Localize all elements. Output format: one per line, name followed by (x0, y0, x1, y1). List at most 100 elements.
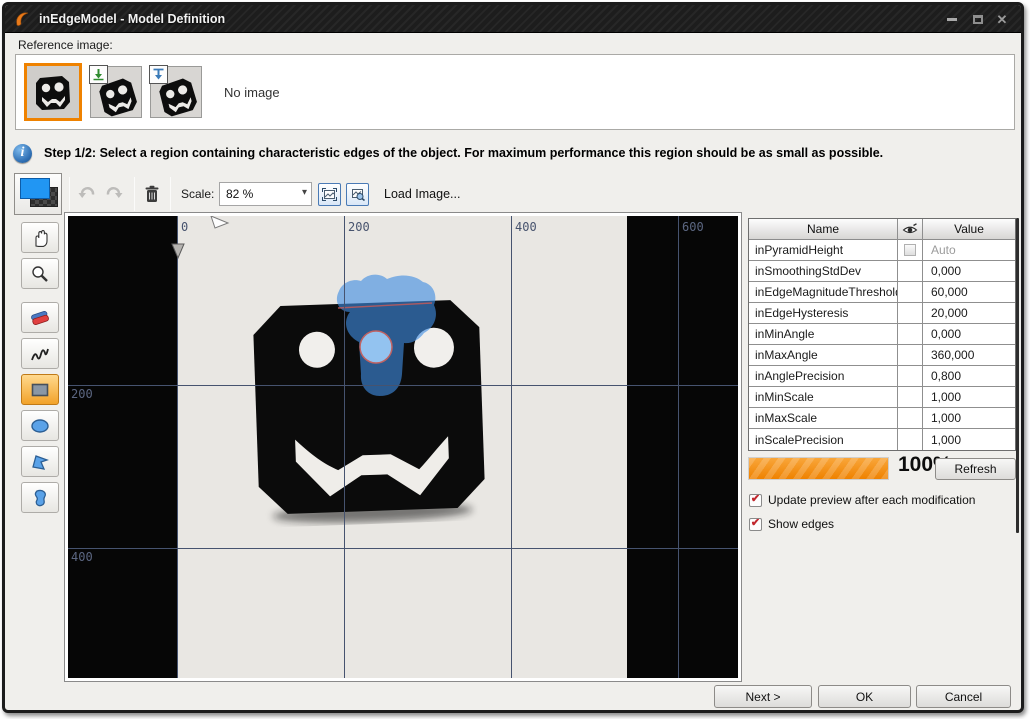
zoom-tool-button[interactable] (21, 258, 59, 289)
reference-image-label: Reference image: (18, 38, 113, 52)
param-value[interactable]: 1,000 (923, 429, 1015, 450)
preview-image[interactable]: 0 200 400 600 200 400 (68, 216, 738, 678)
fit-image-icon (322, 188, 337, 201)
refresh-button[interactable]: Refresh (935, 458, 1016, 480)
param-value[interactable]: 0,000 (923, 324, 1015, 345)
model-definition-dialog: inEdgeModel - Model Definition ✕ Referen… (2, 2, 1024, 713)
panel-splitter[interactable] (1016, 218, 1019, 533)
checkmark-icon: ✔ (751, 494, 760, 505)
param-value[interactable]: 1,000 (923, 387, 1015, 408)
param-visibility-cell[interactable] (898, 345, 923, 366)
param-name: inPyramidHeight (749, 240, 898, 261)
blue-down-arrow-icon (152, 68, 165, 81)
checkbox-label: Update preview after each modification (768, 493, 975, 507)
param-value[interactable]: 20,000 (923, 303, 1015, 324)
table-header-row: Name Value (749, 219, 1015, 240)
face-thumbnail-icon (31, 69, 75, 115)
table-row[interactable]: inSmoothingStdDev 0,000 (749, 261, 1015, 282)
param-name: inMinAngle (749, 324, 898, 345)
table-row[interactable]: inMinAngle 0,000 (749, 324, 1015, 345)
close-button[interactable]: ✕ (991, 12, 1013, 26)
show-edges-checkbox-row[interactable]: ✔ Show edges (749, 517, 834, 531)
polygon-icon (28, 452, 52, 472)
svg-text:400: 400 (515, 220, 537, 234)
load-from-port-badge (149, 65, 168, 84)
hand-icon (29, 228, 51, 248)
param-visibility-cell[interactable] (898, 303, 923, 324)
update-preview-checkbox-row[interactable]: ✔ Update preview after each modification (749, 493, 975, 507)
svg-text:200: 200 (71, 387, 93, 401)
param-visibility-cell[interactable] (898, 282, 923, 303)
next-button[interactable]: Next > (714, 685, 812, 708)
auto-checkbox[interactable] (904, 244, 916, 256)
rectangle-tool-button[interactable] (21, 374, 59, 405)
redo-button[interactable] (101, 181, 127, 207)
progress-fill (749, 458, 888, 479)
param-name: inSmoothingStdDev (749, 261, 898, 282)
step-instruction-text: Step 1/2: Select a region containing cha… (44, 146, 883, 160)
polygon-tool-button[interactable] (21, 446, 59, 477)
undo-button[interactable] (74, 181, 100, 207)
title-bar[interactable]: inEdgeModel - Model Definition ✕ (5, 5, 1021, 33)
param-value[interactable]: Auto (923, 240, 1015, 261)
lasso-tool-button[interactable] (21, 482, 59, 513)
zoom-fit-button[interactable] (318, 183, 341, 206)
table-row[interactable]: inEdgeMagnitudeThreshold 60,000 (749, 282, 1015, 303)
load-image-button[interactable]: Load Image... (378, 183, 466, 205)
checkbox-label: Show edges (768, 517, 834, 531)
pan-tool-button[interactable] (21, 222, 59, 253)
svg-text:400: 400 (71, 550, 93, 564)
detected-edge-circle (360, 331, 392, 363)
table-row[interactable]: inPyramidHeight Auto (749, 240, 1015, 261)
table-row[interactable]: inMaxScale 1,000 (749, 408, 1015, 429)
rectangle-icon (28, 380, 52, 400)
checkbox[interactable]: ✔ (749, 518, 762, 531)
eraser-tool-button[interactable] (21, 302, 59, 333)
checkbox[interactable]: ✔ (749, 494, 762, 507)
image-editor-canvas[interactable]: 0 200 400 600 200 400 (64, 212, 742, 682)
scale-combobox[interactable]: 82 % ▾ (219, 182, 312, 206)
thumbnail-load-from-file[interactable] (90, 66, 142, 118)
freehand-draw-tool-button[interactable] (21, 338, 59, 369)
maximize-button[interactable] (967, 12, 989, 26)
param-visibility-cell[interactable] (898, 324, 923, 345)
trash-icon (143, 184, 161, 204)
table-row[interactable]: inEdgeHysteresis 20,000 (749, 303, 1015, 324)
column-header-visibility[interactable] (898, 219, 923, 240)
zoom-selection-button[interactable] (346, 183, 369, 206)
redo-icon (104, 185, 124, 203)
param-visibility-cell[interactable] (898, 429, 923, 450)
ok-button[interactable]: OK (818, 685, 911, 708)
thumbnail-load-from-port[interactable] (150, 66, 202, 118)
preview-progress-bar (748, 457, 889, 480)
param-name: inMaxScale (749, 408, 898, 429)
table-row[interactable]: inScalePrecision 1,000 (749, 429, 1015, 450)
minimize-button[interactable] (941, 12, 963, 26)
param-value[interactable]: 1,000 (923, 408, 1015, 429)
table-row[interactable]: inMaxAngle 360,000 (749, 345, 1015, 366)
param-value[interactable]: 60,000 (923, 282, 1015, 303)
ellipse-tool-button[interactable] (21, 410, 59, 441)
column-header-value[interactable]: Value (923, 219, 1015, 240)
table-row[interactable]: inAnglePrecision 0,800 (749, 366, 1015, 387)
zoom-selection-icon (350, 188, 365, 201)
eye-icon (902, 223, 918, 235)
param-visibility-cell[interactable] (898, 366, 923, 387)
param-name: inMaxAngle (749, 345, 898, 366)
param-visibility-cell[interactable] (898, 240, 923, 261)
minimize-icon (947, 18, 957, 21)
delete-region-button[interactable] (139, 181, 165, 207)
param-visibility-cell[interactable] (898, 408, 923, 429)
param-value[interactable]: 0,000 (923, 261, 1015, 282)
cancel-button[interactable]: Cancel (916, 685, 1011, 708)
param-visibility-cell[interactable] (898, 261, 923, 282)
param-value[interactable]: 360,000 (923, 345, 1015, 366)
thumbnail-current-image[interactable] (24, 63, 82, 121)
param-value[interactable]: 0,800 (923, 366, 1015, 387)
magnifier-icon (29, 264, 51, 284)
load-from-file-badge (89, 65, 108, 84)
param-visibility-cell[interactable] (898, 387, 923, 408)
table-row[interactable]: inMinScale 1,000 (749, 387, 1015, 408)
column-header-name[interactable]: Name (749, 219, 898, 240)
param-name: inAnglePrecision (749, 366, 898, 387)
